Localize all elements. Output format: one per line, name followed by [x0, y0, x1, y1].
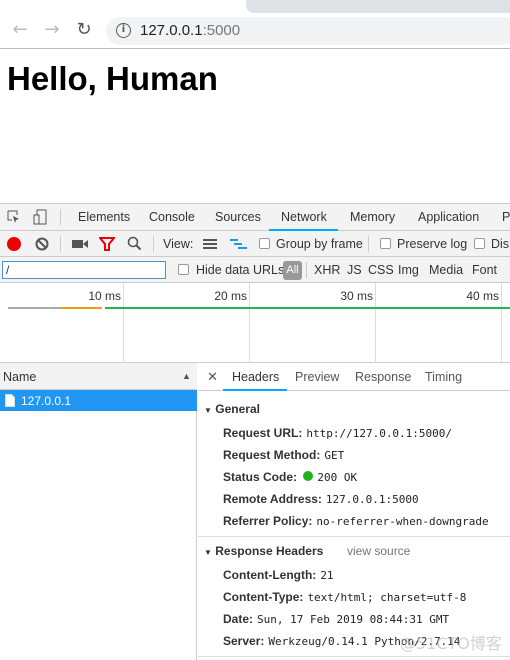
devtools-tabbar: Elements Console Sources Network Memory …	[0, 204, 510, 231]
screenshot-icon[interactable]	[72, 239, 88, 249]
filter-input[interactable]: /	[2, 261, 166, 279]
general-title: General	[215, 402, 260, 416]
waiting-bar	[8, 307, 62, 309]
filter-js[interactable]: JS	[347, 263, 362, 277]
disable-cache-checkbox[interactable]	[474, 238, 485, 249]
tab-more[interactable]: P	[502, 210, 510, 224]
device-toolbar-icon[interactable]	[33, 209, 47, 225]
tick-label: 10 ms	[88, 289, 121, 303]
header-row: Content-Type: text/html; charset=utf-8	[223, 590, 467, 604]
preserve-log-label: Preserve log	[397, 237, 468, 251]
request-list: Name ▲ 127.0.0.1	[0, 363, 197, 660]
hide-data-urls-label: Hide data URLs	[196, 263, 285, 277]
info-icon[interactable]: i	[116, 23, 131, 38]
devtools: Elements Console Sources Network Memory …	[0, 203, 510, 660]
page-heading: Hello, Human	[7, 60, 218, 97]
watermark: @51CTO博客	[400, 634, 502, 653]
tick-label: 20 ms	[214, 289, 247, 303]
tab-preview[interactable]: Preview	[295, 370, 339, 384]
view-label: View:	[163, 237, 194, 251]
filter-xhr[interactable]: XHR	[314, 263, 340, 277]
header-row: Request Method: GET	[223, 448, 345, 462]
general-section-toggle[interactable]: ▼ General	[204, 402, 260, 416]
preserve-log-checkbox[interactable]	[380, 238, 391, 249]
large-rows-icon[interactable]	[203, 239, 217, 249]
response-headers-toggle[interactable]: ▼ Response Headers	[204, 544, 323, 558]
tab-memory[interactable]: Memory	[350, 210, 395, 224]
search-icon[interactable]	[127, 236, 142, 251]
hide-data-urls-checkbox[interactable]	[178, 264, 189, 275]
header-row: Content-Length: 21	[223, 568, 334, 582]
clear-icon[interactable]	[35, 237, 49, 251]
tab-elements[interactable]: Elements	[78, 210, 130, 224]
view-source-link[interactable]: view source	[347, 544, 410, 558]
network-overview[interactable]: 10 ms 20 ms 30 ms 40 ms	[0, 283, 510, 363]
network-toolbar: View: Group by frame Preserve log Dis	[0, 231, 510, 257]
filter-bar: / Hide data URLs All XHR JS CSS Img Medi…	[0, 257, 510, 283]
name-column-header[interactable]: Name ▲	[0, 363, 197, 390]
address-bar[interactable]: i 127.0.0.1:5000	[106, 17, 510, 45]
sort-up-icon: ▲	[182, 371, 191, 381]
tick-label: 40 ms	[466, 289, 499, 303]
response-headers-title: Response Headers	[215, 544, 324, 558]
status-ok-icon	[303, 471, 314, 481]
header-row: Request URL: http://127.0.0.1:5000/	[223, 426, 453, 440]
name-header-label: Name	[3, 370, 37, 384]
header-row: Status Code: 200 OK	[223, 470, 358, 484]
record-icon[interactable]	[7, 237, 21, 251]
header-row: Remote Address: 127.0.0.1:5000	[223, 492, 419, 506]
header-row: Referrer Policy: no-referrer-when-downgra…	[223, 514, 489, 528]
forward-button[interactable]: →	[40, 19, 64, 40]
ttfb-bar	[62, 307, 102, 309]
request-row[interactable]: 127.0.0.1	[0, 390, 197, 411]
triangle-down-icon: ▼	[204, 406, 212, 415]
request-details: ✕ Headers Preview Response Timing ▼ Gene…	[198, 363, 510, 660]
inspect-icon[interactable]	[7, 210, 21, 224]
tab-application[interactable]: Application	[418, 210, 479, 224]
tick-label: 30 ms	[340, 289, 373, 303]
request-name: 127.0.0.1	[21, 394, 72, 408]
url-host: 127.0.0.1	[140, 22, 203, 39]
close-icon[interactable]: ✕	[207, 369, 218, 385]
filter-media[interactable]: Media	[429, 263, 463, 277]
tab-sources[interactable]: Sources	[215, 210, 261, 224]
background-tab[interactable]	[246, 0, 510, 13]
tab-timing[interactable]: Timing	[425, 370, 462, 384]
triangle-down-icon: ▼	[204, 548, 212, 557]
waterfall-icon[interactable]	[230, 239, 247, 250]
filter-css[interactable]: CSS	[368, 263, 394, 277]
filter-icon[interactable]	[99, 237, 115, 251]
nav-bar: ← → ↻ i 127.0.0.1:5000	[0, 14, 510, 49]
disable-cache-label: Dis	[491, 237, 510, 251]
active-detail-indicator	[223, 389, 287, 391]
content-download-bar	[105, 307, 510, 309]
tab-network[interactable]: Network	[281, 210, 327, 224]
reload-button[interactable]: ↻	[72, 19, 96, 40]
tab-console[interactable]: Console	[149, 210, 195, 224]
tab-strip	[0, 0, 510, 14]
back-button[interactable]: ←	[8, 19, 32, 40]
document-icon	[5, 394, 15, 407]
group-by-frame-label: Group by frame	[276, 237, 363, 251]
filter-font[interactable]: Font	[472, 263, 497, 277]
detail-tabbar: ✕ Headers Preview Response Timing	[198, 363, 510, 391]
filter-img[interactable]: Img	[398, 263, 419, 277]
url-port: :5000	[202, 22, 241, 39]
header-row: Date: Sun, 17 Feb 2019 08:44:31 GMT	[223, 612, 450, 626]
tab-response[interactable]: Response	[355, 370, 411, 384]
filter-all[interactable]: All	[283, 261, 302, 280]
group-by-frame-checkbox[interactable]	[259, 238, 270, 249]
tab-headers[interactable]: Headers	[232, 370, 279, 384]
